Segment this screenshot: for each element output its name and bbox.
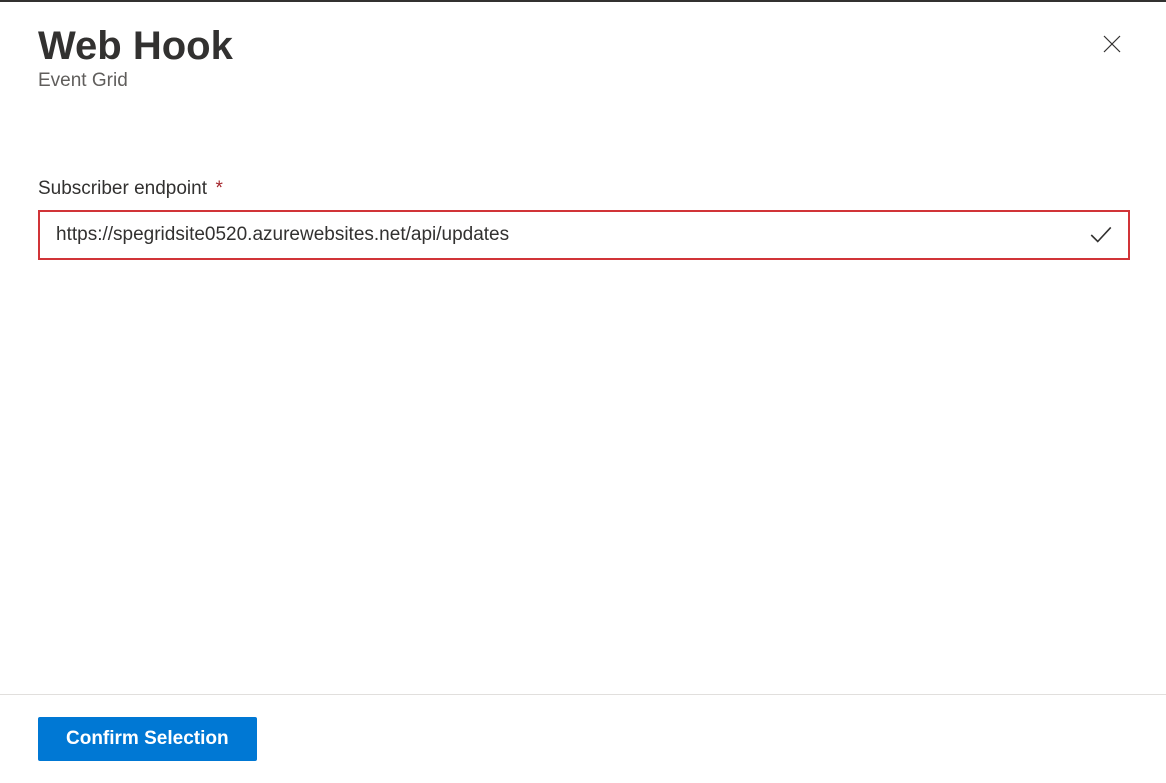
confirm-selection-button[interactable]: Confirm Selection (38, 717, 257, 761)
panel-content: Web Hook Event Grid Subscriber endpoint … (0, 0, 1166, 260)
subscriber-endpoint-input[interactable] (40, 212, 1128, 258)
endpoint-input-container (38, 210, 1130, 260)
page-title: Web Hook (38, 22, 1128, 70)
required-indicator: * (215, 178, 222, 199)
close-button[interactable] (1098, 30, 1126, 58)
endpoint-field-label: Subscriber endpoint * (38, 181, 223, 198)
panel-footer: Confirm Selection (0, 694, 1166, 783)
form-section: Subscriber endpoint * (38, 178, 1128, 260)
page-subtitle: Event Grid (38, 70, 1128, 92)
checkmark-icon (1088, 222, 1114, 248)
endpoint-label-text: Subscriber endpoint (38, 178, 207, 200)
close-icon (1100, 32, 1124, 56)
